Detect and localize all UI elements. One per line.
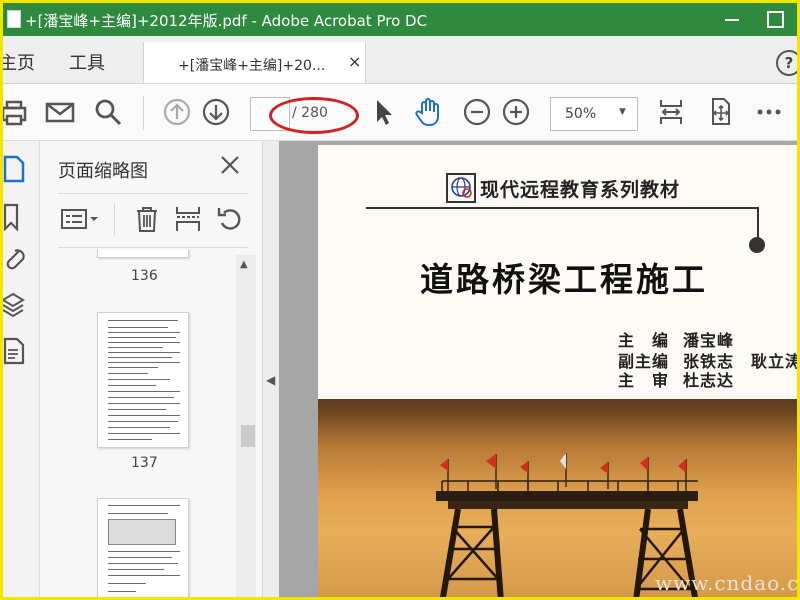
fit-width-icon[interactable] (655, 96, 687, 128)
panel-divider (58, 193, 248, 194)
page-thumbnail[interactable] (97, 249, 189, 258)
previous-page-icon[interactable] (161, 96, 193, 128)
rotate-page-icon[interactable] (216, 205, 244, 233)
tab-home[interactable]: 主页 (3, 49, 35, 75)
page-thumbnails-panel: 页面缩略图 136 137 ▲ (40, 141, 263, 597)
page-thumbnail[interactable] (97, 312, 189, 448)
email-icon[interactable] (44, 96, 76, 128)
tab-document[interactable]: +[潘宝峰+主编]+20... × (143, 42, 366, 83)
watermark-text: www.cndao.com (655, 571, 797, 595)
close-panel-icon[interactable] (218, 153, 242, 177)
attachment-icon[interactable] (3, 245, 31, 273)
divider-line (366, 207, 758, 209)
panel-title: 页面缩略图 (58, 161, 148, 182)
collapse-arrow-icon: ◀ (266, 373, 276, 387)
insert-page-icon[interactable] (174, 205, 202, 233)
layers-icon[interactable] (3, 291, 31, 319)
panel-divider (58, 247, 248, 248)
print-icon[interactable] (3, 96, 29, 128)
panel-separator (114, 203, 115, 235)
collapse-panel-handle[interactable]: ◀ (263, 141, 279, 597)
zoom-out-icon[interactable] (461, 96, 493, 128)
red-highlight-ellipse (269, 97, 359, 134)
toolbar: / 280 50% ▼ (3, 84, 797, 141)
window-title: +[潘宝峰+主编]+2012年版.pdf - Adobe Acrobat Pro… (25, 12, 428, 30)
book-title: 道路桥梁工程施工 (420, 260, 708, 299)
toolbar-separator (143, 96, 144, 130)
globe-logo-icon (446, 173, 476, 203)
thumbnail-label: 136 (131, 268, 158, 284)
credit-name: 杜志达 (683, 371, 735, 390)
app-window: +[潘宝峰+主编]+2012年版.pdf - Adobe Acrobat Pro… (3, 3, 797, 597)
decorative-dot (749, 237, 765, 253)
left-rail (3, 141, 40, 597)
pdf-file-icon (7, 10, 21, 28)
bookmark-icon[interactable] (3, 203, 31, 231)
select-pointer-icon[interactable] (368, 96, 400, 128)
hand-tool-icon[interactable] (413, 96, 445, 128)
help-icon[interactable]: ? (776, 50, 797, 76)
panel-scrollbar[interactable]: ▲ (236, 255, 256, 597)
cover-photo-bridge-gantry (318, 399, 797, 597)
maximize-button[interactable] (767, 11, 784, 28)
chevron-down-icon: ▼ (619, 107, 626, 117)
zoom-in-icon[interactable] (500, 96, 532, 128)
title-bar: +[潘宝峰+主编]+2012年版.pdf - Adobe Acrobat Pro… (3, 3, 797, 36)
next-page-icon[interactable] (200, 96, 232, 128)
document-properties-icon[interactable] (3, 337, 31, 365)
search-icon[interactable] (92, 96, 124, 128)
zoom-select[interactable]: 50% ▼ (550, 97, 638, 131)
minimize-button[interactable] (725, 19, 739, 21)
close-tab-icon[interactable]: × (348, 52, 361, 71)
delete-page-icon[interactable] (133, 205, 161, 233)
scroll-thumb[interactable] (241, 425, 255, 447)
tab-bar: 主页 工具 +[潘宝峰+主编]+20... × ? (3, 36, 797, 84)
more-options-icon[interactable] (753, 96, 785, 128)
thumbnail-options-icon[interactable] (60, 205, 102, 233)
page-thumbnail[interactable] (97, 498, 189, 597)
document-viewer[interactable]: 现代远程教育系列教材 道路桥梁工程施工 主 编 潘宝峰 副主编 张铁志 耿立涛 … (279, 141, 797, 597)
gantry-crane-illustration (436, 453, 698, 597)
page-thumbnails-icon[interactable] (3, 155, 31, 183)
thumbnail-label: 137 (131, 455, 158, 471)
series-title: 现代远程教育系列教材 (480, 179, 681, 201)
tab-tools[interactable]: 工具 (69, 49, 105, 75)
credit-role: 主 审 (618, 371, 670, 390)
full-screen-icon[interactable] (704, 96, 736, 128)
zoom-value: 50% (565, 106, 597, 122)
chevron-up-icon[interactable]: ▲ (240, 259, 248, 270)
document-page: 现代远程教育系列教材 道路桥梁工程施工 主 编 潘宝峰 副主编 张铁志 耿立涛 … (318, 145, 797, 597)
document-tab-label: +[潘宝峰+主编]+20... (178, 58, 326, 74)
